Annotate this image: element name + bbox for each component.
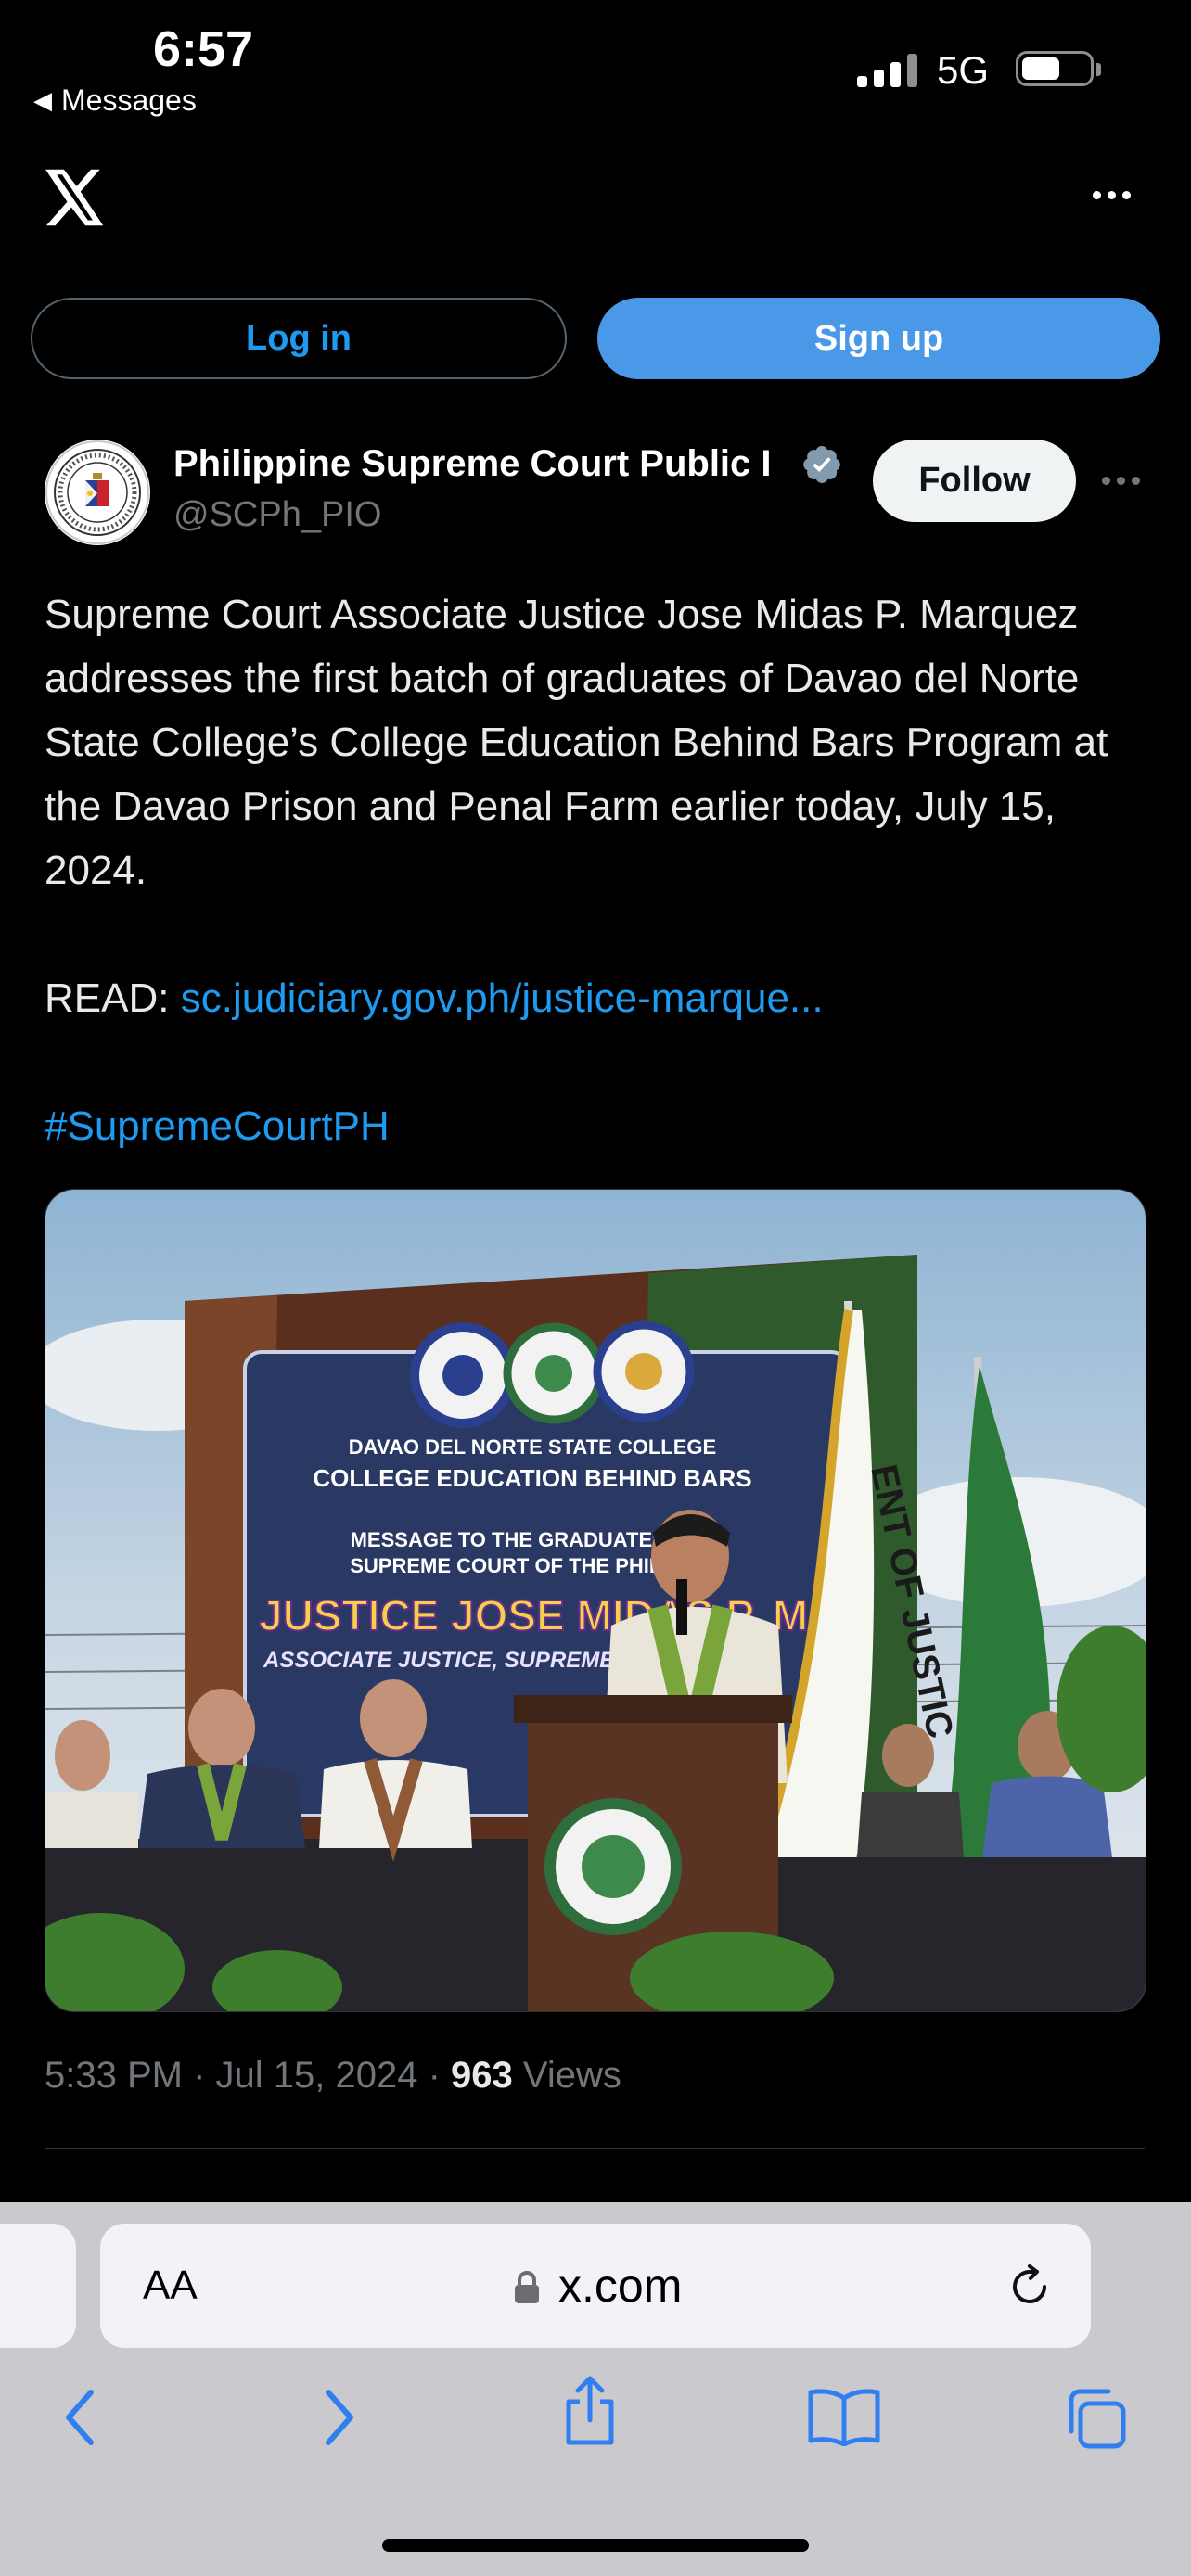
read-prefix: READ: [45,976,170,1021]
back-triangle-icon: ◀ [33,86,52,114]
hashtag-link[interactable]: #SupremeCourtPH [45,1103,390,1149]
views-label: Views [512,2055,621,2096]
supreme-court-seal-icon [45,440,149,544]
post-text: Supreme Court Associate Justice Jose Mid… [45,582,1148,1158]
avatar[interactable] [45,440,150,545]
banner-line2: COLLEGE EDUCATION BEHIND BARS [313,1464,751,1492]
post-more-options-icon[interactable] [1102,477,1140,485]
post-meta: 5:33 PM · Jul 15, 2024 · 963 Views [45,2055,621,2097]
signup-button[interactable]: Sign up [597,298,1160,379]
back-label: Messages [61,83,197,117]
verified-badge-icon [802,445,841,489]
more-options-icon[interactable] [1093,191,1131,199]
views-count: 963 [451,2055,513,2096]
previous-tab-preview[interactable] [0,2224,76,2348]
page-settings-button[interactable]: AA [143,2263,198,2309]
aa-label: AA [143,2263,198,2308]
battery-tip [1096,63,1101,76]
reload-icon[interactable] [1005,2263,1054,2315]
network-type: 5G [937,48,990,92]
article-link[interactable]: sc.judiciary.gov.ph/justice-marque... [181,976,824,1021]
x-logo-icon[interactable] [45,169,106,231]
forward-icon[interactable] [315,2385,362,2455]
battery-icon [1016,51,1094,86]
post-timestamp[interactable]: 5:33 PM · Jul 15, 2024 · [45,2055,451,2096]
post-body: Supreme Court Associate Justice Jose Mid… [45,592,1108,893]
author-handle[interactable]: @SCPh_PIO [173,495,381,535]
post-photo[interactable]: DAVAO DEL NORTE STATE COLLEGE COLLEGE ED… [45,1189,1146,2012]
url-text[interactable]: x.com [558,2259,682,2313]
cellular-signal-icon [857,54,917,87]
status-time: 6:57 [153,21,254,77]
back-icon[interactable] [58,2385,104,2455]
home-indicator[interactable] [382,2539,809,2552]
lock-icon [513,2270,541,2310]
tabs-icon[interactable] [1062,2385,1129,2456]
back-to-messages-link[interactable]: ◀ Messages [33,83,197,118]
follow-button[interactable]: Follow [873,440,1076,522]
login-button[interactable]: Log in [31,298,567,379]
share-icon[interactable] [559,2374,621,2453]
banner-line1: DAVAO DEL NORTE STATE COLLEGE [349,1435,716,1459]
divider [45,2148,1145,2149]
author-name[interactable]: Philippine Supreme Court Public I [173,443,795,485]
bookmarks-icon[interactable] [807,2387,881,2451]
